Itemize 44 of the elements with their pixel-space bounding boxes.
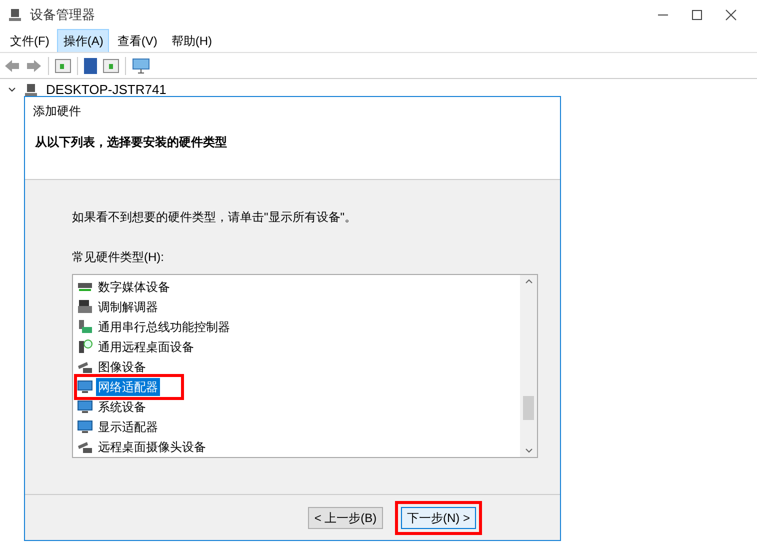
chevron-down-icon[interactable] bbox=[8, 87, 16, 93]
list-item[interactable]: 远程桌面摄像头设备 bbox=[96, 438, 208, 456]
tree-node[interactable]: DESKTOP-JSTR741 bbox=[46, 80, 166, 100]
list-item[interactable]: 网络适配器 bbox=[96, 378, 160, 396]
hint-text: 如果看不到想要的硬件类型，请单击"显示所有设备"。 bbox=[72, 209, 358, 226]
menu-item[interactable]: 帮助(H) bbox=[165, 29, 218, 53]
device-icon bbox=[77, 419, 93, 435]
menu-item[interactable]: 文件(F) bbox=[4, 29, 56, 53]
scroll-up-icon[interactable] bbox=[524, 279, 532, 284]
close-icon[interactable] bbox=[725, 9, 737, 21]
list-item[interactable]: 显示适配器 bbox=[96, 418, 160, 436]
device-icon bbox=[77, 379, 93, 395]
menu-item[interactable]: 查看(V) bbox=[111, 29, 164, 53]
monitor-icon[interactable] bbox=[132, 58, 150, 74]
device-icon bbox=[77, 299, 93, 315]
device-icon bbox=[77, 399, 93, 415]
device-icon bbox=[77, 439, 93, 455]
list-item[interactable]: 图像设备 bbox=[96, 358, 148, 376]
help-icon[interactable] bbox=[84, 58, 97, 74]
scrollbar[interactable] bbox=[520, 275, 537, 457]
list-item[interactable]: 通用远程桌面设备 bbox=[96, 338, 196, 356]
list-item[interactable]: 数字媒体设备 bbox=[96, 278, 172, 296]
back-arrow-icon[interactable] bbox=[4, 58, 20, 72]
panel-icon[interactable] bbox=[55, 58, 71, 72]
computer-icon bbox=[24, 83, 38, 97]
list-item[interactable]: 调制解调器 bbox=[96, 298, 160, 316]
dialog-title: 添加硬件 bbox=[32, 103, 82, 119]
list-label: 常见硬件类型(H): bbox=[72, 249, 165, 266]
device-icon bbox=[77, 359, 93, 375]
scroll-down-icon[interactable] bbox=[524, 448, 532, 453]
wizard-button[interactable]: < 上一步(B) bbox=[308, 506, 383, 528]
wizard-button[interactable]: 下一步(N) > bbox=[401, 506, 476, 528]
computer-icon bbox=[8, 8, 22, 22]
dialog-heading: 从以下列表，选择要安装的硬件类型 bbox=[34, 134, 228, 151]
maximize-icon[interactable] bbox=[691, 9, 703, 21]
scrollbar-thumb[interactable] bbox=[523, 396, 534, 420]
list-item[interactable]: 通用串行总线功能控制器 bbox=[96, 318, 232, 336]
forward-arrow-icon[interactable] bbox=[26, 58, 42, 72]
device-icon bbox=[77, 319, 93, 335]
window-title: 设备管理器 bbox=[30, 6, 95, 24]
device-icon bbox=[77, 339, 93, 355]
menu-item[interactable]: 操作(A) bbox=[57, 29, 110, 53]
list-item[interactable]: 系统设备 bbox=[96, 398, 148, 416]
panel-icon[interactable] bbox=[103, 58, 119, 72]
